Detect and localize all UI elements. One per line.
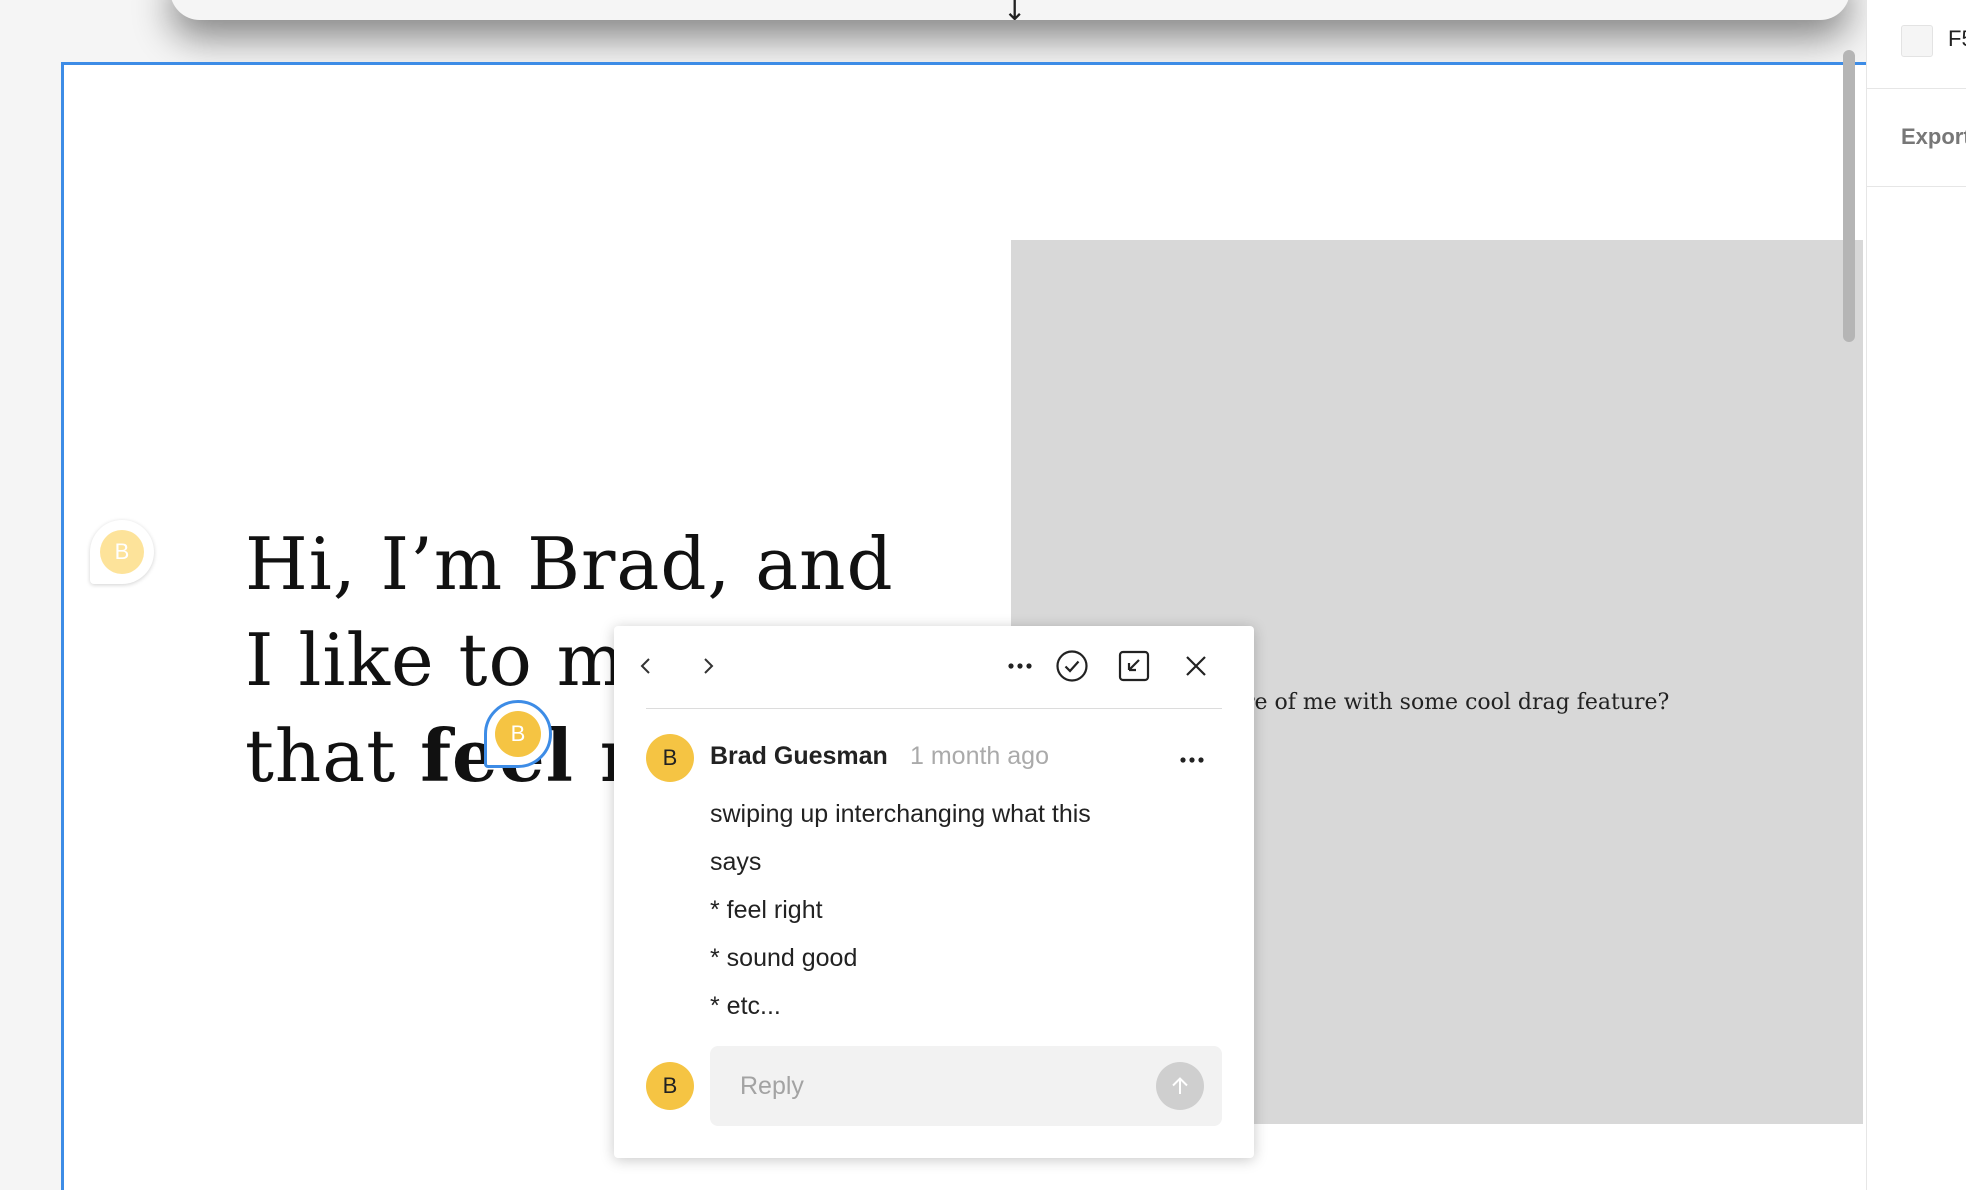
close-icon (1186, 656, 1206, 676)
hero-line-3-prefix: that (245, 714, 421, 798)
vertical-scrollbar[interactable] (1843, 50, 1855, 342)
thread-options-button[interactable] (1000, 646, 1040, 686)
comment-pin-active[interactable]: B (484, 700, 552, 768)
divider (646, 708, 1222, 709)
resolve-button[interactable] (1052, 646, 1092, 686)
fill-color-value[interactable]: F5 (1948, 26, 1966, 52)
comment-line: * etc... (710, 992, 781, 1020)
avatar: B (495, 711, 541, 757)
comment-line: * sound good (710, 944, 858, 972)
reply-input[interactable] (740, 1068, 1140, 1104)
divider (1867, 186, 1966, 187)
hero-line-1: Hi, I’m Brad, and (245, 522, 894, 606)
image-placeholder-text: re of me with some cool drag feature? (1244, 690, 1670, 715)
properties-panel: F5 Export (1866, 0, 1966, 1190)
comment-author: Brad Guesman (710, 742, 888, 770)
open-arrow-icon (1118, 650, 1150, 682)
comment-popup: B Brad Guesman 1 month ago swiping up in… (614, 626, 1254, 1158)
close-button[interactable] (1176, 646, 1216, 686)
comment-line: says (710, 848, 762, 876)
comment-line: swiping up interchanging what this (710, 800, 1091, 828)
check-circle-icon (1056, 650, 1088, 682)
open-in-panel-button[interactable] (1114, 646, 1154, 686)
avatar: B (646, 734, 694, 782)
divider (1867, 88, 1966, 89)
down-arrow-icon: ↓ (1003, 0, 1027, 27)
export-section-title[interactable]: Export (1901, 124, 1966, 150)
fill-color-swatch[interactable] (1901, 25, 1933, 57)
comment-body: swiping up interchanging what this says … (710, 790, 1170, 1030)
comment-pin-faded[interactable]: B (90, 520, 154, 584)
ellipsis-icon (1008, 663, 1032, 669)
avatar: B (646, 1062, 694, 1110)
previous-comment-button[interactable] (626, 646, 666, 686)
next-comment-button[interactable] (688, 646, 728, 686)
comment-line: * feel right (710, 896, 823, 924)
comment-timestamp: 1 month ago (910, 742, 1049, 770)
send-reply-button[interactable] (1156, 1062, 1204, 1110)
reply-box (710, 1046, 1222, 1126)
arrow-up-icon (1172, 1077, 1188, 1094)
ellipsis-icon (1180, 757, 1204, 763)
avatar: B (100, 530, 144, 574)
chevron-left-icon (640, 658, 650, 674)
chevron-right-icon (704, 658, 714, 674)
comment-options-button[interactable] (1172, 740, 1212, 780)
